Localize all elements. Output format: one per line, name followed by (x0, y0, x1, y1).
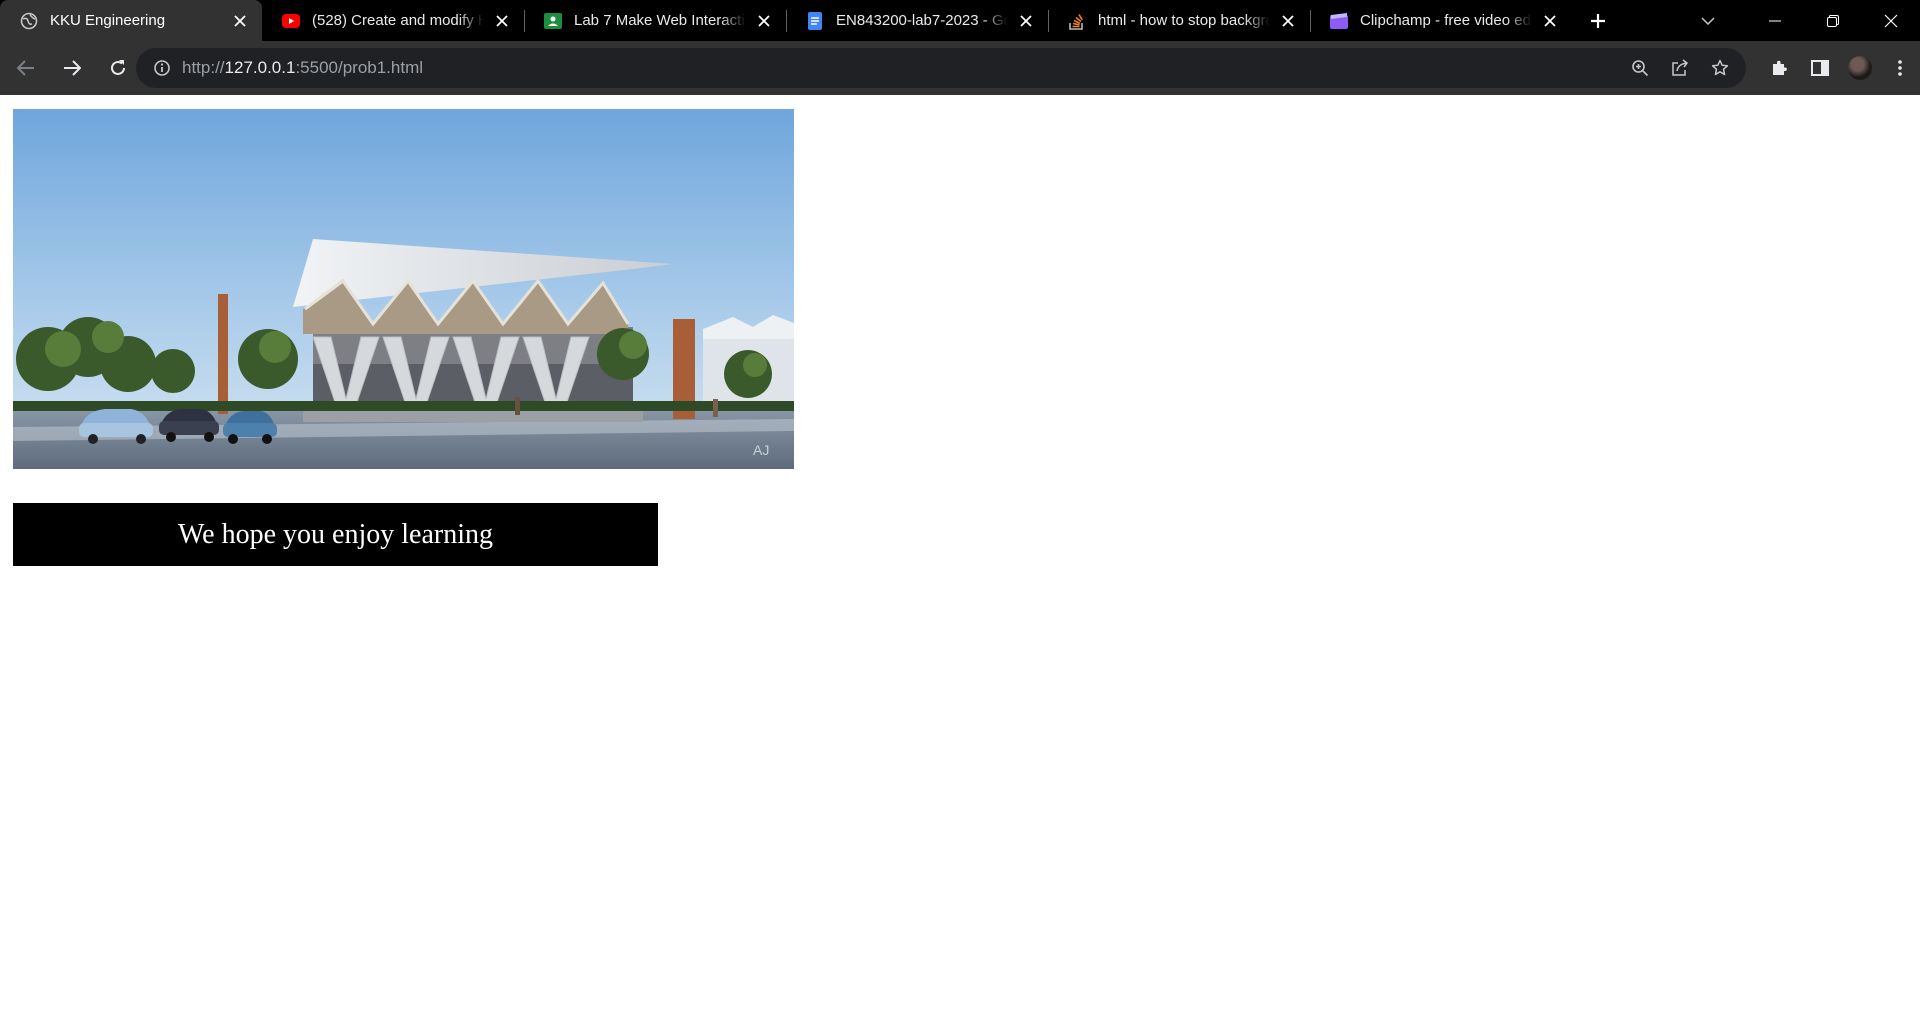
url-scheme: http:// (182, 58, 225, 77)
close-icon[interactable] (1278, 11, 1298, 31)
clipchamp-icon (1330, 12, 1348, 30)
minimize-button[interactable] (1746, 0, 1804, 41)
hero-image: AJ (13, 109, 794, 469)
tab-title: Clipchamp - free video editor (1360, 12, 1532, 29)
zoom-button[interactable] (1620, 48, 1660, 88)
url-path: :5500/prob1.html (295, 58, 424, 77)
tab-title: (528) Create and modify HTML (312, 12, 484, 29)
tab-strip: KKU Engineering (528) Create and modify … (0, 0, 1920, 41)
tab-search-button[interactable] (1688, 0, 1728, 41)
url-text[interactable]: http://127.0.0.1:5500/prob1.html (182, 58, 423, 78)
tab-youtube[interactable]: (528) Create and modify HTML (262, 0, 524, 41)
building-illustration: AJ (13, 109, 794, 469)
plus-icon (1591, 13, 1605, 28)
tab-stackoverflow[interactable]: html - how to stop background (1048, 0, 1310, 41)
extensions-button[interactable] (1760, 48, 1800, 88)
tab-title: EN843200-lab7-2023 - Google Docs (836, 12, 1008, 29)
window-controls (1688, 0, 1920, 41)
zoom-icon (1632, 60, 1649, 77)
tab-title: KKU Engineering (50, 12, 166, 29)
minimize-icon (1769, 20, 1781, 21)
close-icon[interactable] (492, 11, 512, 31)
tab-classroom[interactable]: Lab 7 Make Web Interactive (524, 0, 786, 41)
chevron-down-icon (1701, 16, 1715, 25)
arrow-right-icon (64, 60, 81, 76)
banner-text: We hope you enjoy learning (178, 518, 493, 550)
more-vertical-icon (1898, 60, 1902, 76)
page-content: AJ We hope you enjoy learning (0, 95, 1920, 1014)
globe-icon (20, 12, 38, 30)
new-tab-button[interactable] (1578, 0, 1618, 41)
side-panel-button[interactable] (1800, 48, 1840, 88)
browser-toolbar: http://127.0.0.1:5500/prob1.html (0, 41, 1920, 95)
close-window-button[interactable] (1862, 0, 1920, 41)
tab-title: html - how to stop background (1098, 12, 1270, 29)
bookmark-button[interactable] (1700, 48, 1740, 88)
tab-title: Lab 7 Make Web Interactive (574, 12, 746, 29)
close-icon (1884, 14, 1898, 27)
learning-banner: We hope you enjoy learning (13, 503, 658, 566)
profile-button[interactable] (1840, 48, 1880, 88)
restore-icon (1827, 14, 1839, 27)
tab-clipchamp[interactable]: Clipchamp - free video editor (1310, 0, 1572, 41)
star-icon (1711, 59, 1729, 76)
youtube-icon (282, 12, 300, 30)
side-panel-icon (1811, 60, 1829, 76)
url-host: 127.0.0.1 (224, 58, 296, 77)
close-icon[interactable] (1540, 11, 1560, 31)
reload-icon (111, 60, 125, 75)
stackoverflow-icon (1068, 12, 1086, 30)
back-button[interactable] (6, 48, 46, 88)
forward-button[interactable] (52, 48, 92, 88)
docs-icon (806, 11, 824, 30)
address-bar[interactable]: http://127.0.0.1:5500/prob1.html (136, 48, 1746, 88)
share-icon (1672, 59, 1689, 76)
close-icon[interactable] (754, 11, 774, 31)
classroom-icon (544, 12, 562, 30)
tab-kku-engineering[interactable]: KKU Engineering (0, 0, 262, 41)
close-icon[interactable] (1016, 11, 1036, 31)
arrow-left-icon (17, 60, 34, 76)
tab-google-docs[interactable]: EN843200-lab7-2023 - Google Docs (786, 0, 1048, 41)
reload-button[interactable] (98, 48, 138, 88)
avatar (1848, 56, 1872, 80)
puzzle-icon (1773, 60, 1787, 75)
share-button[interactable] (1660, 48, 1700, 88)
menu-button[interactable] (1880, 48, 1920, 88)
restore-button[interactable] (1804, 0, 1862, 41)
close-icon[interactable] (230, 11, 250, 31)
watermark: AJ (753, 442, 769, 458)
site-info-icon[interactable] (142, 48, 182, 88)
